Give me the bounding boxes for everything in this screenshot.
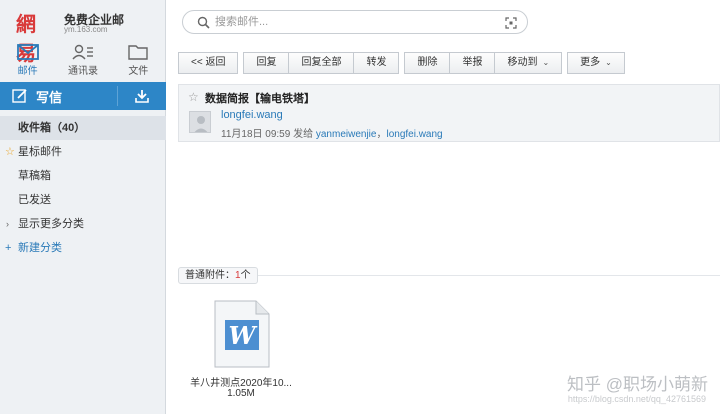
tab-contacts[interactable]: 通讯录 — [55, 40, 110, 80]
contacts-icon — [72, 44, 93, 60]
back-group: << 返回 — [178, 52, 239, 74]
folder-list: 收件箱（40） ☆ 星标邮件 草稿箱 已发送 › 显示更多分类 + 新建分类 — [0, 116, 166, 260]
attachment-filesize: 1.05M — [227, 388, 255, 399]
compose-button[interactable]: 写信 — [0, 82, 117, 110]
chevron-down-icon: ⌄ — [542, 58, 550, 67]
move-to-button[interactable]: 移动到 ⌄ — [495, 52, 563, 74]
reply-all-button[interactable]: 回复全部 — [289, 52, 355, 74]
attachment-unit: 个 — [240, 270, 251, 281]
move-to-label: 移动到 — [507, 57, 538, 68]
folder-icon — [128, 45, 149, 60]
message-date: 11月18日 09:59 — [221, 129, 291, 140]
more-label: 更多 — [580, 57, 601, 68]
compose-label: 写信 — [36, 89, 63, 105]
compose-bar: 写信 — [0, 82, 166, 110]
download-icon — [135, 90, 149, 103]
mail-toolbar: << 返回 回复 回复全部 转发 删除 举报 移动到 ⌄ 更多 ⌄ — [178, 52, 630, 74]
reply-group: 回复 回复全部 转发 — [243, 52, 400, 74]
watermark-url: https://blog.csdn.net/qq_42761569 — [567, 394, 706, 404]
person-icon — [194, 116, 208, 132]
more-button[interactable]: 更多 ⌄ — [567, 52, 625, 74]
svg-text:W: W — [229, 321, 258, 350]
attachment-filename: 羊八井测点2020年10... — [190, 378, 292, 389]
attachment-label-text: 普通附件： — [185, 270, 235, 281]
search-icon — [197, 16, 210, 29]
chevron-down-icon: ⌄ — [605, 58, 612, 67]
folder-new-label: 新建分类 — [18, 242, 62, 254]
message-meta: 11月18日 09:59 发给 yanmeiwenjie，longfei.wan… — [221, 125, 443, 140]
folder-sent-label: 已发送 — [18, 194, 51, 206]
recipient-link[interactable]: yanmeiwenjie — [316, 129, 377, 140]
recipient-link[interactable]: longfei.wang — [386, 129, 442, 140]
sender-link[interactable]: longfei.wang — [221, 109, 283, 121]
chevron-right-icon: › — [6, 219, 9, 229]
folder-drafts[interactable]: 草稿箱 — [0, 164, 166, 188]
attachment-divider — [178, 275, 720, 276]
folder-inbox[interactable]: 收件箱（40） — [0, 116, 166, 140]
sent-to-label: 发给 — [293, 129, 314, 140]
search-input[interactable] — [215, 14, 495, 30]
message-subject: 数据简报【输电铁塔】 — [205, 93, 315, 105]
forward-button[interactable]: 转发 — [354, 52, 400, 74]
attachment-label: 普通附件：1个 — [178, 267, 258, 284]
mail-icon — [16, 44, 39, 60]
folder-show-more[interactable]: › 显示更多分类 — [0, 212, 166, 236]
folder-sent[interactable]: 已发送 — [0, 188, 166, 212]
avatar — [189, 111, 211, 133]
action-group: 删除 举报 移动到 ⌄ — [404, 52, 563, 74]
folder-starred-label: 星标邮件 — [18, 146, 62, 158]
recipient-separator: ， — [376, 129, 387, 140]
report-button[interactable]: 举报 — [450, 52, 496, 74]
more-group: 更多 ⌄ — [567, 52, 625, 74]
main-content: << 返回 回复 回复全部 转发 删除 举报 移动到 ⌄ 更多 ⌄ ☆ 数据简报【输… — [166, 0, 720, 414]
tab-files-label: 文件 — [128, 66, 149, 77]
logo-domain: ym.163.com — [64, 25, 108, 34]
receive-button[interactable] — [118, 82, 166, 110]
sidebar: 網易 免费企业邮 ym.163.com 邮件 通讯录 文件 写信 收件箱（40）… — [0, 0, 166, 414]
plus-icon: + — [5, 242, 12, 254]
scan-icon[interactable] — [505, 17, 517, 29]
star-icon: ☆ — [5, 146, 15, 158]
folder-show-more-label: 显示更多分类 — [18, 218, 84, 230]
search-box — [182, 10, 528, 34]
mail-app: 網易 免费企业邮 ym.163.com 邮件 通讯录 文件 写信 收件箱（40）… — [0, 0, 720, 414]
back-button[interactable]: << 返回 — [178, 52, 239, 74]
pen-icon — [12, 89, 27, 103]
word-document-icon: W — [214, 300, 270, 368]
folder-starred[interactable]: ☆ 星标邮件 — [0, 140, 166, 164]
folder-drafts-label: 草稿箱 — [18, 170, 51, 182]
delete-button[interactable]: 删除 — [404, 52, 451, 74]
tab-files[interactable]: 文件 — [111, 40, 166, 80]
star-toggle-icon[interactable]: ☆ — [188, 90, 199, 104]
tab-contacts-label: 通讯录 — [67, 66, 98, 77]
folder-new-category[interactable]: + 新建分类 — [0, 236, 166, 260]
reply-button[interactable]: 回复 — [243, 52, 290, 74]
message-header: ☆ 数据简报【输电铁塔】 longfei.wang 11月18日 09:59 发… — [178, 84, 720, 142]
nav-tabs: 邮件 通讯录 文件 — [0, 40, 166, 80]
folder-inbox-label: 收件箱（40） — [18, 122, 86, 134]
watermark: 知乎 @职场小萌新 — [567, 375, 708, 394]
tab-mail-label: 邮件 — [17, 66, 38, 77]
tab-mail[interactable]: 邮件 — [0, 40, 55, 80]
